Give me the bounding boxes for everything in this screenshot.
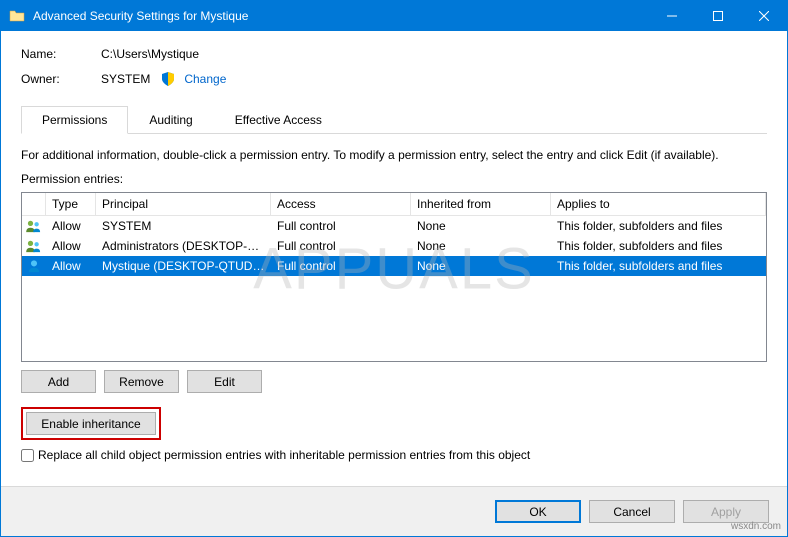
cell-type: Allow bbox=[46, 237, 96, 255]
folder-icon bbox=[9, 8, 25, 24]
security-settings-window: Advanced Security Settings for Mystique … bbox=[0, 0, 788, 537]
dialog-footer: OK Cancel Apply bbox=[1, 486, 787, 536]
apply-button[interactable]: Apply bbox=[683, 500, 769, 523]
tab-effective-access[interactable]: Effective Access bbox=[214, 106, 343, 134]
shield-icon bbox=[160, 71, 176, 87]
cell-principal: Administrators (DESKTOP-QT... bbox=[96, 237, 271, 255]
info-text: For additional information, double-click… bbox=[21, 148, 767, 162]
owner-label: Owner: bbox=[21, 72, 101, 86]
replace-children-checkbox[interactable] bbox=[21, 449, 34, 462]
add-button[interactable]: Add bbox=[21, 370, 96, 393]
cell-access: Full control bbox=[271, 237, 411, 255]
change-owner-link[interactable]: Change bbox=[184, 72, 226, 86]
column-icon[interactable] bbox=[22, 193, 46, 215]
column-inherited[interactable]: Inherited from bbox=[411, 193, 551, 215]
edit-button[interactable]: Edit bbox=[187, 370, 262, 393]
cell-access: Full control bbox=[271, 217, 411, 235]
replace-checkbox-row: Replace all child object permission entr… bbox=[21, 448, 767, 462]
credit-text: wsxdn.com bbox=[731, 521, 781, 532]
cell-inherited: None bbox=[411, 257, 551, 275]
cell-inherited: None bbox=[411, 237, 551, 255]
enable-inheritance-button[interactable]: Enable inheritance bbox=[26, 412, 156, 435]
minimize-button[interactable] bbox=[649, 1, 695, 31]
content-area: APPUALS Name: C:\Users\Mystique Owner: S… bbox=[1, 31, 787, 536]
cell-applies: This folder, subfolders and files bbox=[551, 257, 766, 275]
titlebar: Advanced Security Settings for Mystique bbox=[1, 1, 787, 31]
window-title: Advanced Security Settings for Mystique bbox=[33, 9, 649, 23]
permission-entries-table: Type Principal Access Inherited from App… bbox=[21, 192, 767, 362]
owner-row: Owner: SYSTEM Change bbox=[21, 71, 767, 87]
cell-applies: This folder, subfolders and files bbox=[551, 217, 766, 235]
highlight-box: Enable inheritance bbox=[21, 407, 161, 440]
cell-access: Full control bbox=[271, 257, 411, 275]
table-row[interactable]: AllowAdministrators (DESKTOP-QT...Full c… bbox=[22, 236, 766, 256]
cell-principal: Mystique (DESKTOP-QTUD8T... bbox=[96, 257, 271, 275]
column-access[interactable]: Access bbox=[271, 193, 411, 215]
entries-label: Permission entries: bbox=[21, 172, 767, 186]
column-type[interactable]: Type bbox=[46, 193, 96, 215]
table-row[interactable]: AllowSYSTEMFull controlNoneThis folder, … bbox=[22, 216, 766, 236]
column-principal[interactable]: Principal bbox=[96, 193, 271, 215]
ok-button[interactable]: OK bbox=[495, 500, 581, 523]
window-controls bbox=[649, 1, 787, 31]
tab-bar: Permissions Auditing Effective Access bbox=[21, 105, 767, 134]
cell-type: Allow bbox=[46, 217, 96, 235]
cell-inherited: None bbox=[411, 217, 551, 235]
tab-permissions[interactable]: Permissions bbox=[21, 106, 128, 134]
close-button[interactable] bbox=[741, 1, 787, 31]
table-row[interactable]: AllowMystique (DESKTOP-QTUD8T...Full con… bbox=[22, 256, 766, 276]
table-header: Type Principal Access Inherited from App… bbox=[22, 193, 766, 216]
cell-applies: This folder, subfolders and files bbox=[551, 237, 766, 255]
person-icon bbox=[22, 259, 46, 273]
replace-children-label[interactable]: Replace all child object permission entr… bbox=[38, 448, 530, 462]
table-body: AllowSYSTEMFull controlNoneThis folder, … bbox=[22, 216, 766, 276]
cell-principal: SYSTEM bbox=[96, 217, 271, 235]
cancel-button[interactable]: Cancel bbox=[589, 500, 675, 523]
cell-type: Allow bbox=[46, 257, 96, 275]
name-value: C:\Users\Mystique bbox=[101, 47, 199, 61]
people-icon bbox=[22, 219, 46, 233]
name-row: Name: C:\Users\Mystique bbox=[21, 47, 767, 61]
inheritance-row: Enable inheritance bbox=[21, 407, 767, 440]
people-icon bbox=[22, 239, 46, 253]
remove-button[interactable]: Remove bbox=[104, 370, 179, 393]
column-applies[interactable]: Applies to bbox=[551, 193, 766, 215]
maximize-button[interactable] bbox=[695, 1, 741, 31]
owner-value: SYSTEM bbox=[101, 72, 150, 86]
entry-buttons-row: Add Remove Edit bbox=[21, 370, 767, 393]
name-label: Name: bbox=[21, 47, 101, 61]
tab-auditing[interactable]: Auditing bbox=[128, 106, 213, 134]
